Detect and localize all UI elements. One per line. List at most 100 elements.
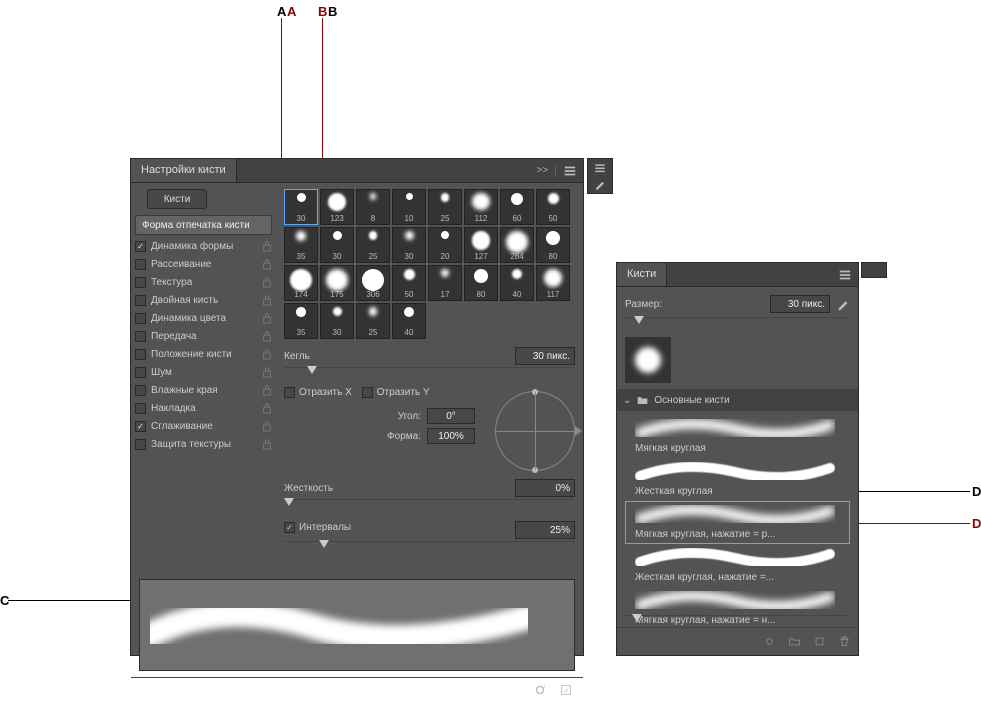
brush-thumb[interactable]: 175 (320, 265, 354, 301)
angle-control[interactable] (495, 391, 575, 471)
lock-icon[interactable] (262, 402, 272, 414)
lock-icon[interactable] (262, 420, 272, 432)
lock-icon[interactable] (262, 312, 272, 324)
option-row-8[interactable]: Влажные края (131, 381, 276, 399)
brush-thumb[interactable]: 35 (284, 227, 318, 263)
brush-thumb[interactable]: 80 (536, 227, 570, 263)
roundness-input[interactable] (427, 428, 475, 444)
checkbox-icon[interactable]: ✓ (135, 421, 146, 432)
checkbox-icon[interactable] (135, 403, 146, 414)
collapse-button[interactable]: >> (536, 165, 548, 176)
new-group-icon[interactable] (789, 636, 800, 647)
brush-thumb[interactable]: 25 (356, 303, 390, 339)
brush-thumb[interactable]: 17 (428, 265, 462, 301)
lock-icon[interactable] (262, 438, 272, 450)
preview-size-slider[interactable] (625, 615, 850, 627)
lock-icon[interactable] (262, 276, 272, 288)
brush-preset-item[interactable]: Мягкая круглая, нажатие = р... (625, 501, 850, 544)
size-input[interactable] (515, 347, 575, 365)
option-row-0[interactable]: ✓Динамика формы (131, 237, 276, 255)
brush-thumb[interactable]: 123 (320, 189, 354, 225)
size-slider[interactable] (625, 317, 850, 331)
brush-thumb[interactable]: 40 (392, 303, 426, 339)
brush-preset-item[interactable]: Жесткая круглая (617, 458, 858, 501)
option-row-7[interactable]: Шум (131, 363, 276, 381)
checkbox-icon[interactable] (135, 331, 146, 342)
checkbox-icon[interactable] (135, 385, 146, 396)
brush-thumb[interactable]: 25 (356, 227, 390, 263)
menu-icon[interactable] (593, 162, 607, 175)
checkbox-icon[interactable] (135, 367, 146, 378)
brush-thumb[interactable]: 50 (392, 265, 426, 301)
lock-icon[interactable] (262, 294, 272, 306)
option-row-1[interactable]: Рассеивание (131, 255, 276, 273)
brush-thumb[interactable]: 127 (464, 227, 498, 263)
panel-menu-icon[interactable] (563, 164, 577, 178)
lock-icon[interactable] (262, 366, 272, 378)
brush-thumb[interactable]: 30 (392, 227, 426, 263)
flip-x-checkbox[interactable]: Отразить X (284, 387, 352, 398)
brush-thumb[interactable]: 80 (464, 265, 498, 301)
checkbox-icon[interactable]: ✓ (135, 241, 146, 252)
brush-dock-icon[interactable] (593, 178, 607, 191)
option-row-11[interactable]: Защита текстуры (131, 435, 276, 453)
lock-icon[interactable] (262, 384, 272, 396)
brush-thumb[interactable]: 30 (284, 189, 318, 225)
tab-brush-settings[interactable]: Настройки кисти (131, 159, 237, 182)
spacing-input[interactable] (515, 521, 575, 539)
brush-thumb[interactable]: 284 (500, 227, 534, 263)
brush-preset-item[interactable]: Мягкая круглая (617, 415, 858, 458)
checkbox-icon[interactable] (135, 295, 146, 306)
hardness-slider[interactable] (284, 499, 575, 513)
checkbox-icon[interactable] (135, 277, 146, 288)
option-row-4[interactable]: Динамика цвета (131, 309, 276, 327)
preview-toggle-icon[interactable] (764, 636, 775, 647)
lock-icon[interactable] (262, 258, 272, 270)
flip-y-checkbox[interactable]: Отразить Y (362, 387, 430, 398)
brush-thumb[interactable]: 8 (356, 189, 390, 225)
option-row-10[interactable]: ✓Сглаживание (131, 417, 276, 435)
brush-thumb[interactable]: 25 (428, 189, 462, 225)
brush-tip-shape-button[interactable]: Форма отпечатка кисти (135, 215, 272, 235)
brush-thumb[interactable]: 40 (500, 265, 534, 301)
lock-icon[interactable] (262, 240, 272, 252)
checkbox-icon[interactable] (135, 349, 146, 360)
brush-thumb[interactable]: 50 (536, 189, 570, 225)
brush-thumb[interactable]: 112 (464, 189, 498, 225)
checkbox-icon[interactable] (135, 313, 146, 324)
option-row-5[interactable]: Передача (131, 327, 276, 345)
spacing-checkbox[interactable]: ✓Интервалы (284, 522, 515, 533)
checkbox-icon[interactable] (135, 439, 146, 450)
brush-thumb[interactable]: 10 (392, 189, 426, 225)
trash-icon[interactable] (839, 636, 850, 647)
lock-icon[interactable] (262, 348, 272, 360)
brush-thumb[interactable]: 30 (320, 227, 354, 263)
option-row-3[interactable]: Двойная кисть (131, 291, 276, 309)
new-preset-icon[interactable] (559, 683, 573, 697)
brush-thumb[interactable]: 20 (428, 227, 462, 263)
brush-thumb[interactable]: 174 (284, 265, 318, 301)
option-row-2[interactable]: Текстура (131, 273, 276, 291)
option-row-9[interactable]: Накладка (131, 399, 276, 417)
brushes-button[interactable]: Кисти (147, 189, 207, 209)
checkbox-icon[interactable] (135, 259, 146, 270)
brush-thumb[interactable]: 30 (320, 303, 354, 339)
panel-menu-icon[interactable] (838, 268, 852, 282)
brush-thumb[interactable]: 60 (500, 189, 534, 225)
tab-brushes[interactable]: Кисти (617, 263, 667, 286)
flip-brush-icon[interactable] (836, 297, 850, 311)
brush-thumb[interactable]: 117 (536, 265, 570, 301)
brush-folder-header[interactable]: ⌄ Основные кисти (617, 389, 858, 411)
spacing-slider[interactable] (284, 541, 575, 555)
size-slider[interactable] (284, 367, 575, 381)
preview-toggle-icon[interactable] (533, 683, 547, 697)
brush-preset-item[interactable]: Жесткая круглая, нажатие =... (617, 544, 858, 587)
hardness-input[interactable] (515, 479, 575, 497)
option-row-6[interactable]: Положение кисти (131, 345, 276, 363)
size-input[interactable] (770, 295, 830, 313)
lock-icon[interactable] (262, 330, 272, 342)
angle-input[interactable] (427, 408, 475, 424)
new-preset-icon[interactable] (814, 636, 825, 647)
brush-thumb[interactable]: 35 (284, 303, 318, 339)
brush-thumb[interactable]: 306 (356, 265, 390, 301)
